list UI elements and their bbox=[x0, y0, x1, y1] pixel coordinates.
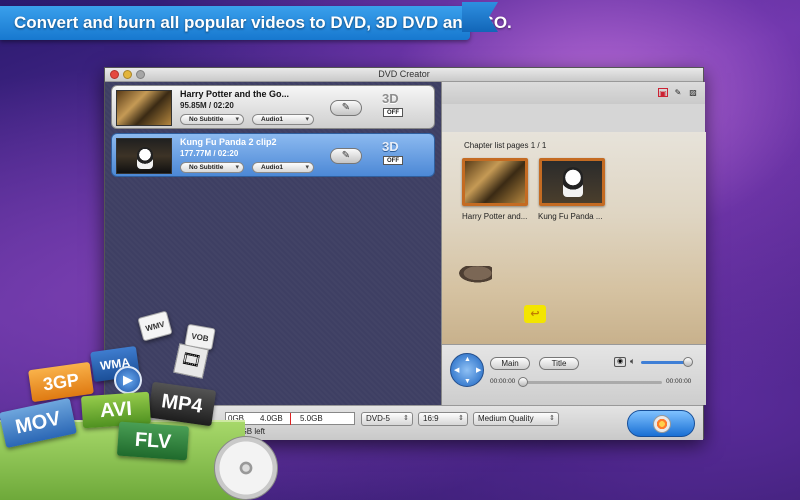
subtitle-select[interactable]: No Subtitle bbox=[180, 114, 244, 125]
background-crab-image bbox=[456, 266, 492, 284]
capacity-limit-marker bbox=[290, 413, 291, 425]
main-menu-button[interactable]: Main bbox=[490, 357, 530, 370]
preview-panel: ▣ ✎ ▨ Chapter list pages 1 / 1 Harry Pot… bbox=[441, 82, 706, 405]
chapter-thumbnail[interactable] bbox=[539, 158, 605, 206]
title-bar: DVD Creator bbox=[105, 68, 703, 82]
window-title: DVD Creator bbox=[378, 69, 430, 79]
three-d-toggle[interactable]: OFF bbox=[383, 108, 403, 117]
preview-toolbar: ▣ ✎ ▨ bbox=[442, 82, 705, 104]
dvd-creator-window: DVD Creator Harry Potter and the Go... 9… bbox=[104, 67, 706, 440]
edit-menu-icon[interactable]: ✎ bbox=[673, 88, 683, 97]
banner-text: Convert and burn all popular videos to D… bbox=[14, 13, 512, 32]
video-size-duration: 177.77M / 02:20 bbox=[180, 149, 239, 158]
video-thumbnail bbox=[116, 90, 172, 126]
aspect-ratio-select[interactable]: 16:9 bbox=[418, 412, 468, 426]
arrow-up-icon[interactable]: ▲ bbox=[464, 356, 471, 363]
disc-type-select[interactable]: DVD-5 bbox=[361, 412, 413, 426]
dvd-disc-graphic bbox=[214, 436, 278, 500]
burn-disc-icon bbox=[653, 415, 671, 433]
current-time: 00:00:00 bbox=[490, 378, 516, 385]
video-thumbnail bbox=[116, 138, 172, 174]
volume-icon: 🔈︎ bbox=[630, 356, 636, 366]
chapter-thumbnail[interactable] bbox=[462, 158, 528, 206]
audio-select-value: Audio1 bbox=[261, 164, 284, 171]
three-d-toggle[interactable]: OFF bbox=[383, 156, 403, 165]
video-list-panel: Harry Potter and the Go... 95.85M / 02:2… bbox=[105, 82, 441, 405]
dvd-menu-preview: Chapter list pages 1 / 1 Harry Potter an… bbox=[442, 132, 706, 344]
promo-banner: Convert and burn all popular videos to D… bbox=[0, 6, 512, 40]
title-menu-button[interactable]: Title bbox=[539, 357, 579, 370]
volume-slider-track[interactable] bbox=[641, 361, 687, 364]
chapter-caption: Kung Fu Panda ... bbox=[538, 212, 603, 221]
edit-video-button[interactable]: ✎ bbox=[330, 100, 362, 116]
edit-pencil-icon: ✎ bbox=[341, 102, 351, 113]
return-arrow-icon: ↩ bbox=[530, 308, 540, 320]
video-title: Harry Potter and the Go... bbox=[180, 89, 290, 99]
chapter-caption: Harry Potter and... bbox=[462, 212, 528, 221]
edit-pencil-icon: ✎ bbox=[341, 150, 351, 161]
burn-button[interactable] bbox=[627, 410, 695, 437]
edit-video-button[interactable]: ✎ bbox=[330, 148, 362, 164]
capacity-tick: 4.0GB bbox=[260, 414, 283, 423]
chapter-list-label: Chapter list pages 1 / 1 bbox=[464, 141, 547, 150]
seek-handle[interactable] bbox=[518, 377, 528, 387]
next-page-button[interactable]: ↩ bbox=[524, 305, 546, 323]
video-size-duration: 95.85M / 02:20 bbox=[180, 101, 234, 110]
three-d-label: 3D bbox=[382, 139, 399, 154]
video-item-harry-potter[interactable]: Harry Potter and the Go... 95.85M / 02:2… bbox=[111, 85, 435, 129]
arrow-right-icon[interactable]: ▶ bbox=[476, 366, 481, 374]
subtitle-select-value: No Subtitle bbox=[189, 164, 224, 171]
subtitle-select-value: No Subtitle bbox=[189, 116, 224, 123]
audio-select-value: Audio1 bbox=[261, 116, 284, 123]
arrow-down-icon[interactable]: ▼ bbox=[464, 378, 471, 385]
subtitle-select[interactable]: No Subtitle bbox=[180, 162, 244, 173]
snapshot-camera-icon[interactable]: ◉ bbox=[614, 357, 626, 367]
play-icon: ▶ bbox=[114, 366, 142, 394]
film-reel-icon: 🎞︎ bbox=[173, 343, 209, 379]
volume-slider-handle[interactable] bbox=[683, 357, 693, 367]
playback-controls: ▲ ▼ ◀ ▶ Main Title ◉ 🔈︎ 00:00:00 00:00:0… bbox=[442, 344, 706, 405]
audio-select[interactable]: Audio1 bbox=[252, 162, 314, 173]
video-title: Kung Fu Panda 2 clip2 bbox=[180, 137, 277, 147]
format-tag-flv: FLV bbox=[116, 421, 190, 461]
capacity-tick: 5.0GB bbox=[300, 414, 323, 423]
navigation-dpad[interactable]: ▲ ▼ ◀ ▶ bbox=[450, 353, 484, 387]
background-image-icon[interactable]: ▨ bbox=[688, 88, 698, 97]
three-d-label: 3D bbox=[382, 91, 399, 106]
menu-template-icon[interactable]: ▣ bbox=[658, 88, 668, 98]
audio-select[interactable]: Audio1 bbox=[252, 114, 314, 125]
video-item-kung-fu-panda[interactable]: Kung Fu Panda 2 clip2 177.77M / 02:20 No… bbox=[111, 133, 435, 177]
seek-bar[interactable] bbox=[522, 381, 662, 384]
quality-select[interactable]: Medium Quality bbox=[473, 412, 559, 426]
arrow-left-icon[interactable]: ◀ bbox=[454, 366, 459, 374]
total-time: 00:00:00 bbox=[666, 378, 692, 385]
